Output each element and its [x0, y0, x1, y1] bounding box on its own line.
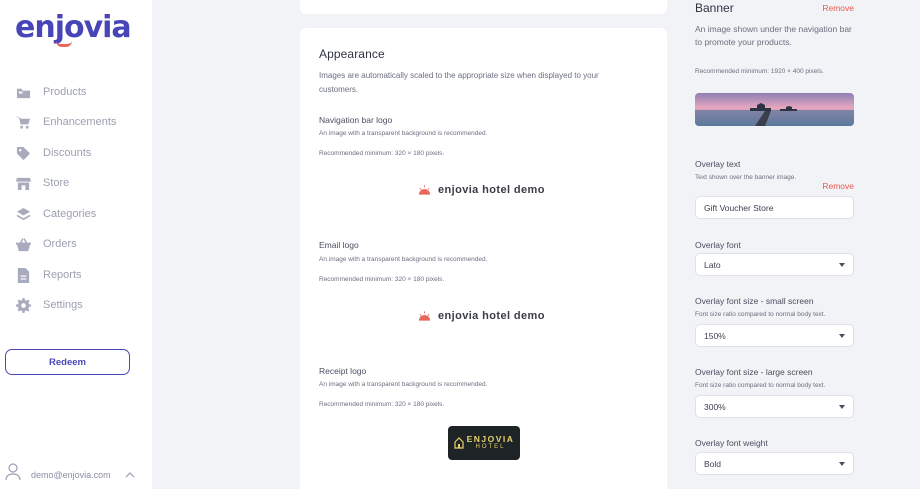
cart-icon — [16, 115, 31, 130]
store-icon — [16, 176, 31, 191]
sidebar-item-products[interactable]: Products — [16, 82, 136, 102]
font-large-value: 300% — [704, 401, 726, 412]
banner-remove-link[interactable]: Remove — [822, 3, 854, 13]
sidebar-item-label: Enhancements — [43, 116, 117, 128]
font-weight-value: Bold — [704, 458, 722, 469]
email-logo-image[interactable]: enjovia hotel demo — [418, 310, 545, 322]
receipt-logo-desc: An image with a transparent background i… — [319, 381, 488, 388]
caret-down-icon — [839, 263, 845, 267]
banner-rec: Recommended minimum: 1920 × 400 pixels. — [695, 68, 824, 75]
enjovia-logo[interactable]: enjovia — [14, 10, 132, 50]
sidebar: enjovia Products Enhancements Discounts — [0, 0, 152, 489]
appearance-title: Appearance — [319, 47, 385, 61]
user-icon — [5, 463, 21, 486]
banner-desc: An image shown under the navigation bar … — [695, 24, 852, 47]
previous-settings-card — [300, 0, 667, 14]
chevron-up-icon[interactable] — [125, 470, 135, 480]
appearance-intro: Images are automatically scaled to the a… — [319, 71, 599, 94]
sidebar-item-label: Reports — [43, 269, 82, 281]
nav-logo-image[interactable]: enjovia hotel demo — [418, 184, 545, 196]
caret-down-icon — [839, 405, 845, 409]
sidebar-item-discounts[interactable]: Discounts — [16, 143, 136, 163]
logo-smile-mark — [56, 41, 72, 47]
receipt-logo-title: Receipt logo — [319, 366, 367, 376]
overlay-text-remove-link[interactable]: Remove — [822, 181, 854, 191]
font-weight-label: Overlay font weight — [695, 438, 768, 448]
overlay-text-help: Text shown over the banner image. — [695, 174, 797, 181]
hotel-sun-icon — [418, 311, 431, 321]
sidebar-item-label: Store — [43, 177, 70, 189]
font-small-help: Font size ratio compared to normal body … — [695, 311, 826, 318]
sidebar-item-orders[interactable]: Orders — [16, 234, 136, 254]
nav-logo-desc: An image with a transparent background i… — [319, 130, 488, 137]
sidebar-item-store[interactable]: Store — [16, 173, 136, 193]
sidebar-item-label: Orders — [43, 238, 77, 250]
gear-icon — [16, 297, 31, 313]
banner-image[interactable] — [695, 93, 854, 126]
nav-logo-title: Navigation bar logo — [319, 115, 393, 125]
font-small-select[interactable]: 150% — [695, 324, 854, 347]
banner-panel: Banner Remove An image shown under the n… — [695, 0, 855, 489]
font-small-value: 150% — [704, 330, 726, 341]
sidebar-item-label: Products — [43, 86, 87, 98]
sidebar-item-settings[interactable]: Settings — [16, 295, 136, 315]
sidebar-item-label: Discounts — [43, 147, 92, 159]
layers-icon — [16, 207, 31, 222]
banner-photo — [695, 93, 854, 126]
receipt-logo-subtext: HOTEL — [475, 444, 506, 450]
font-large-label: Overlay font size - large screen — [695, 367, 813, 377]
font-large-select[interactable]: 300% — [695, 395, 854, 418]
sidebar-item-label: Settings — [43, 299, 83, 311]
sidebar-item-label: Categories — [43, 208, 97, 220]
sidebar-item-categories[interactable]: Categories — [16, 204, 136, 224]
user-menu[interactable]: demo@enjovia.com — [5, 463, 135, 486]
email-logo-rec: Recommended minimum: 320 × 180 pixels. — [319, 276, 445, 283]
overlay-font-label: Overlay font — [695, 240, 741, 250]
tag-icon — [16, 146, 31, 161]
overlay-font-select[interactable]: Lato — [695, 253, 854, 276]
receipt-logo-wordmark: ENJOVIA HOTEL — [467, 435, 515, 451]
overlay-text-input[interactable]: Gift Voucher Store — [695, 196, 854, 219]
sidebar-item-enhancements[interactable]: Enhancements — [16, 112, 136, 132]
caret-down-icon — [839, 334, 845, 338]
email-logo-title: Email logo — [319, 240, 359, 250]
caret-down-icon — [839, 462, 845, 466]
house-icon — [453, 437, 464, 449]
file-icon — [16, 267, 31, 283]
sidebar-item-reports[interactable]: Reports — [16, 265, 136, 285]
font-small-label: Overlay font size - small screen — [695, 296, 814, 306]
overlay-text-label: Overlay text — [695, 159, 741, 169]
logo-wordmark: enjovia — [15, 10, 132, 45]
products-icon — [16, 85, 31, 100]
nav-logo-rec: Recommended minimum: 320 × 180 pixels. — [319, 150, 445, 157]
hotel-sun-icon — [418, 185, 431, 195]
receipt-logo-rec: Recommended minimum: 320 × 180 pixels. — [319, 401, 445, 408]
redeem-button[interactable]: Redeem — [5, 349, 130, 375]
email-logo-text: enjovia hotel demo — [438, 310, 545, 322]
nav-logo-text: enjovia hotel demo — [438, 184, 545, 196]
appearance-card: Appearance Images are automatically scal… — [300, 28, 667, 489]
user-email: demo@enjovia.com — [31, 469, 111, 480]
email-logo-desc: An image with a transparent background i… — [319, 256, 488, 263]
font-large-help: Font size ratio compared to normal body … — [695, 382, 826, 389]
receipt-logo-image[interactable]: ENJOVIA HOTEL — [448, 426, 520, 460]
basket-icon — [16, 237, 31, 252]
font-weight-select[interactable]: Bold — [695, 452, 854, 475]
overlay-font-value: Lato — [704, 259, 721, 270]
banner-title: Banner — [695, 1, 734, 15]
